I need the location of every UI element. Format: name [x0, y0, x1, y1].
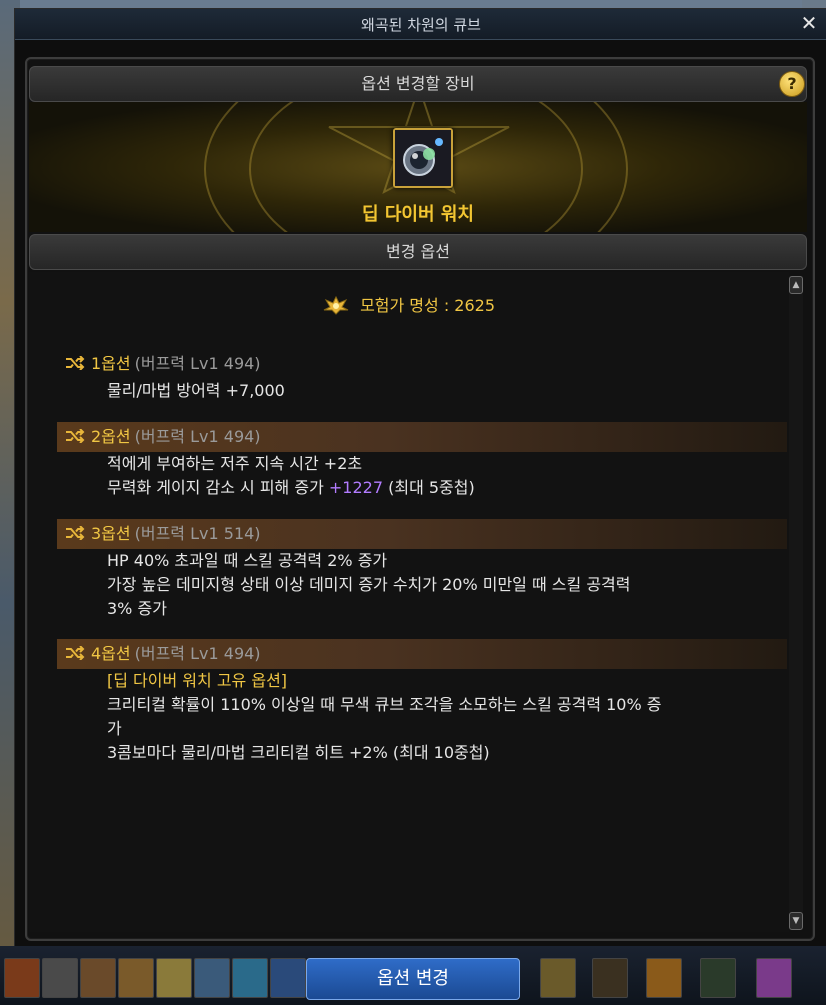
option-2-header: 2옵션 (버프력 Lv1 494) — [57, 422, 787, 452]
scroll-up-button[interactable]: ▲ — [789, 276, 803, 294]
option-2-line-2: 무력화 게이지 감소 시 피해 증가 +1227 (최대 5중첩) — [107, 477, 787, 499]
fame-label: 모험가 명성 : 2625 — [360, 296, 496, 315]
item-name: 딥 다이버 워치 — [362, 204, 474, 225]
shuffle-icon — [65, 640, 85, 670]
title-bar[interactable]: 왜곡된 차원의 큐브 ✕ — [15, 9, 826, 40]
window-title: 왜곡된 차원의 큐브 — [361, 16, 481, 34]
option-2-line-2-text: 무력화 게이지 감소 시 피해 증가 — [107, 478, 324, 497]
option-2-variable-value: +1227 — [328, 478, 384, 497]
option-4-line-4: 3콤보마다 물리/마법 크리티컬 히트 +2% (최대 10중첩) — [107, 743, 490, 762]
option-4-header: 4옵션 (버프력 Lv1 494) — [57, 639, 787, 669]
option-3-line-3: 3% 증가 — [107, 599, 167, 618]
help-button[interactable]: ? — [779, 71, 805, 97]
option-3-line-2: 가장 높은 데미지형 상태 이상 데미지 증가 수치가 20% 미만일 때 스킬… — [107, 575, 631, 594]
skill-slot[interactable] — [592, 958, 628, 998]
option-buff-level: (버프력 Lv1 494) — [134, 354, 261, 373]
skill-slot[interactable] — [80, 958, 116, 998]
option-2-line-2-suffix: (최대 5중첩) — [388, 478, 475, 497]
adventurer-fame: 모험가 명성 : 2625 — [29, 292, 789, 319]
option-3-header: 3옵션 (버프력 Lv1 514) — [57, 519, 787, 549]
option-buff-level: (버프력 Lv1 494) — [134, 644, 261, 663]
option-1-line-1: 물리/마법 방어력 +7,000 — [107, 381, 285, 400]
options-scrollbar[interactable]: ▲ ▼ — [789, 276, 803, 930]
change-option-button[interactable]: 옵션 변경 — [306, 958, 520, 1000]
option-3-line-1: HP 40% 초과일 때 스킬 공격력 2% 증가 — [107, 551, 388, 570]
option-buff-level: (버프력 Lv1 494) — [134, 427, 261, 446]
shuffle-icon — [65, 423, 85, 453]
skill-slot[interactable] — [270, 958, 306, 998]
option-2-line-1: 적에게 부여하는 저주 지속 시간 +2초 — [107, 454, 363, 473]
shuffle-icon — [65, 520, 85, 550]
close-button[interactable]: ✕ — [799, 13, 819, 33]
scroll-down-button[interactable]: ▼ — [789, 912, 803, 930]
skill-bar: 옵션 변경 — [0, 946, 826, 1005]
skill-slot[interactable] — [646, 958, 682, 998]
option-4-line-3: 가 — [107, 719, 122, 738]
options-content: 모험가 명성 : 2625 1옵션 (버프력 Lv1 494) 물리/마법 방어력… — [29, 272, 789, 932]
skill-slot[interactable] — [156, 958, 192, 998]
skill-slot[interactable] — [232, 958, 268, 998]
equip-section-header: 옵션 변경할 장비 — [29, 66, 807, 102]
skill-slot[interactable] — [42, 958, 78, 998]
option-buff-level: (버프력 Lv1 514) — [134, 524, 261, 543]
option-number: 1옵션 — [91, 354, 131, 373]
option-4-line-2: 크리티컬 확률이 110% 이상일 때 무색 큐브 조각을 소모하는 스킬 공격… — [107, 695, 662, 714]
cube-window: 왜곡된 차원의 큐브 ✕ 옵션 변경할 장비 ? 딥 다이버 워치 변경 옵션 — [14, 8, 826, 947]
shuffle-icon — [65, 350, 85, 380]
skill-slot[interactable] — [4, 958, 40, 998]
skill-slot[interactable] — [700, 958, 736, 998]
skill-slot[interactable] — [118, 958, 154, 998]
option-number: 4옵션 — [91, 644, 131, 663]
skill-slot[interactable] — [540, 958, 576, 998]
fame-emblem-icon — [323, 295, 349, 319]
option-1-header: 1옵션 (버프력 Lv1 494) — [57, 349, 787, 379]
equipment-slot[interactable] — [393, 128, 453, 188]
options-section-header: 변경 옵션 — [29, 234, 807, 270]
option-4-unique-label: [딥 다이버 워치 고유 옵션] — [107, 671, 288, 690]
diver-watch-icon — [395, 130, 451, 186]
game-background-top — [0, 0, 826, 8]
skill-slot[interactable] — [194, 958, 230, 998]
option-number: 2옵션 — [91, 427, 131, 446]
option-number: 3옵션 — [91, 524, 131, 543]
equipment-display: 딥 다이버 워치 — [29, 102, 807, 232]
skill-slot[interactable] — [756, 958, 792, 998]
